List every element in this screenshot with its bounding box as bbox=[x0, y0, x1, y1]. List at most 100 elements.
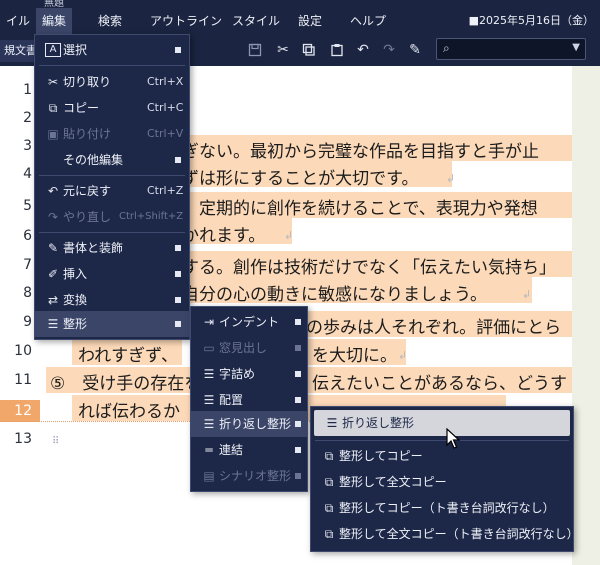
menu-file[interactable]: イル bbox=[0, 8, 36, 34]
redo-icon: ↷ bbox=[47, 210, 59, 224]
submenu-arrow-icon bbox=[295, 447, 301, 453]
paragraph-mark: ↲ bbox=[284, 229, 294, 242]
menu-separator bbox=[39, 232, 185, 233]
line-number: 6 bbox=[23, 228, 32, 244]
insert-icon: ✐ bbox=[47, 267, 59, 281]
mouse-pointer-icon bbox=[446, 428, 460, 449]
menu-bar: イル 編集 検索 アウトライン スタイル 設定 ヘルプ ■2025年5月16日（… bbox=[0, 8, 600, 34]
submenu-arrow-icon bbox=[175, 297, 181, 303]
line-number: 13 bbox=[14, 431, 32, 447]
submenu-arrow-icon bbox=[295, 473, 301, 479]
wrap-format-submenu: ☰ 折り返し整形 ⧉ 整形してコピー ⧉ 整形して全文コピー ⧉ 整形してコピー… bbox=[310, 406, 579, 552]
text-line: れば伝わるか bbox=[78, 402, 180, 422]
wrap-format-icon: ☰ bbox=[326, 416, 338, 430]
menu-item-undo[interactable]: ↶ 元に戻す Ctrl+Z bbox=[35, 178, 189, 204]
line-number: 2 bbox=[23, 110, 32, 126]
line-number: 3 bbox=[23, 138, 32, 154]
select-icon: A bbox=[45, 43, 61, 57]
undo-icon[interactable]: ↶ bbox=[352, 39, 374, 61]
edit-menu: A 選択 ✂ 切り取り Ctrl+X ⧉ コピー Ctrl+C ▣ 貼り付け C… bbox=[34, 34, 190, 340]
menu-item-join[interactable]: ═ 連結 bbox=[191, 437, 307, 463]
format-submenu: ⇥ インデント ▭ 窓見出し ☰ 字詰め ☰ 配置 ☰ 折り返し整形 ═ 連結 … bbox=[190, 306, 308, 492]
submenu-arrow-icon bbox=[175, 271, 181, 277]
submenu-arrow-icon bbox=[175, 47, 181, 53]
format-copy-noline-icon: ⧉ bbox=[324, 501, 334, 515]
text-line: 伝えたいことがあるなら、どうす bbox=[312, 374, 567, 394]
undo-icon: ↶ bbox=[47, 184, 59, 198]
scenario-icon: ▤ bbox=[203, 469, 215, 483]
menu-item-select[interactable]: A 選択 bbox=[35, 37, 189, 63]
save-icon[interactable] bbox=[244, 39, 266, 61]
text-line: を大切に。 bbox=[312, 346, 397, 366]
format-copy-icon: ⧉ bbox=[324, 449, 334, 463]
line-number: 9 bbox=[23, 314, 32, 330]
menu-separator bbox=[39, 175, 185, 176]
menu-item-wrap-format-apply[interactable]: ☰ 折り返し整形 bbox=[314, 410, 570, 436]
menu-item-insert[interactable]: ✐ 挿入 bbox=[35, 261, 189, 287]
heading-icon: ▭ bbox=[203, 341, 215, 355]
menu-item-scenario-format[interactable]: ▤ シナリオ整形 bbox=[191, 463, 307, 489]
copy-icon[interactable] bbox=[298, 39, 320, 61]
copy-icon: ⧉ bbox=[48, 101, 58, 115]
date-display: ■2025年5月16日（金） bbox=[468, 14, 594, 27]
menu-edit[interactable]: 編集 bbox=[36, 8, 73, 34]
menu-item-copy[interactable]: ⧉ コピー Ctrl+C bbox=[35, 95, 189, 121]
menu-item-format-copy-noline[interactable]: ⧉ 整形してコピー（ト書き台詞改行なし） bbox=[311, 495, 573, 521]
text-line: ずは形にすることが大切です。 bbox=[182, 169, 419, 189]
menu-item-heading[interactable]: ▭ 窓見出し bbox=[191, 335, 307, 361]
text-line: 自分の心の動きに敏感になりましょう。 bbox=[182, 285, 487, 305]
submenu-arrow-icon bbox=[295, 371, 301, 377]
menu-search[interactable]: 検索 bbox=[92, 8, 128, 34]
search-input[interactable]: ⌕ ▼ bbox=[436, 38, 586, 60]
menu-item-wrap-format[interactable]: ☰ 折り返し整形 bbox=[191, 411, 307, 437]
format-brush-icon[interactable]: ✎ bbox=[404, 39, 426, 61]
menu-item-cut[interactable]: ✂ 切り取り Ctrl+X bbox=[35, 69, 189, 95]
menu-item-other-edit[interactable]: その他編集 bbox=[35, 147, 189, 173]
grid-handle-icon: ⠿ bbox=[52, 436, 60, 447]
chevron-down-icon[interactable]: ▼ bbox=[572, 42, 580, 53]
paragraph-mark: ↲ bbox=[446, 172, 456, 185]
submenu-arrow-icon bbox=[295, 319, 301, 325]
menu-item-compact[interactable]: ☰ 字詰め bbox=[191, 361, 307, 387]
menu-style[interactable]: スタイル bbox=[226, 8, 286, 34]
paste-icon[interactable] bbox=[326, 39, 348, 61]
search-icon: ⌕ bbox=[443, 41, 450, 55]
menu-outline[interactable]: アウトライン bbox=[144, 8, 228, 34]
line-number: 7 bbox=[23, 257, 32, 273]
menu-settings[interactable]: 設定 bbox=[292, 8, 328, 34]
join-icon: ═ bbox=[205, 443, 213, 457]
cut-icon[interactable]: ✂ bbox=[272, 39, 294, 61]
text-line: ぎない。最初から完璧な作品を目指すと手が止 bbox=[182, 142, 539, 162]
menu-item-format[interactable]: ☰ 整形 bbox=[35, 311, 189, 337]
submenu-arrow-icon bbox=[295, 397, 301, 403]
submenu-arrow-icon bbox=[295, 421, 301, 427]
menu-item-convert[interactable]: ⇄ 変換 bbox=[35, 287, 189, 313]
menu-item-format-copy[interactable]: ⧉ 整形してコピー bbox=[311, 443, 573, 469]
submenu-arrow-icon bbox=[175, 245, 181, 251]
text-line: ⑤ 受け手の存在を bbox=[50, 374, 202, 394]
redo-icon[interactable]: ↷ bbox=[378, 39, 400, 61]
wrap-icon: ☰ bbox=[203, 417, 215, 431]
cut-icon: ✂ bbox=[47, 75, 59, 89]
menu-item-redo[interactable]: ↷ やり直し Ctrl+Shift+Z bbox=[35, 204, 189, 230]
menu-item-align[interactable]: ☰ 配置 bbox=[191, 387, 307, 413]
menu-item-indent[interactable]: ⇥ インデント bbox=[191, 309, 307, 335]
menu-separator bbox=[39, 65, 185, 66]
line-number: 5 bbox=[23, 198, 32, 214]
line-number: 1 bbox=[23, 82, 32, 98]
format-copy-all-icon: ⧉ bbox=[324, 475, 334, 489]
submenu-arrow-icon bbox=[175, 321, 181, 327]
format-copy-all-noline-icon: ⧉ bbox=[324, 527, 334, 541]
text-line: われすぎず、 bbox=[78, 346, 178, 366]
submenu-arrow-icon bbox=[295, 345, 301, 351]
menu-item-paste[interactable]: ▣ 貼り付け Ctrl+V bbox=[35, 121, 189, 147]
text-line: 。定期的に創作を続けることで、表現力や発想 bbox=[182, 199, 538, 219]
text-line: かれます。 bbox=[182, 226, 266, 246]
title-bar: 無題 bbox=[0, 0, 600, 9]
menu-help[interactable]: ヘルプ bbox=[344, 8, 392, 34]
format-icon: ☰ bbox=[47, 317, 59, 331]
menu-item-format-copy-all-noline[interactable]: ⧉ 整形して全文コピー（ト書き台詞改行なし） bbox=[311, 521, 579, 547]
menu-item-format-copy-all[interactable]: ⧉ 整形して全文コピー bbox=[311, 469, 573, 495]
paste-icon: ▣ bbox=[47, 127, 59, 141]
menu-item-typeface[interactable]: ✎ 書体と装飾 bbox=[35, 235, 189, 261]
